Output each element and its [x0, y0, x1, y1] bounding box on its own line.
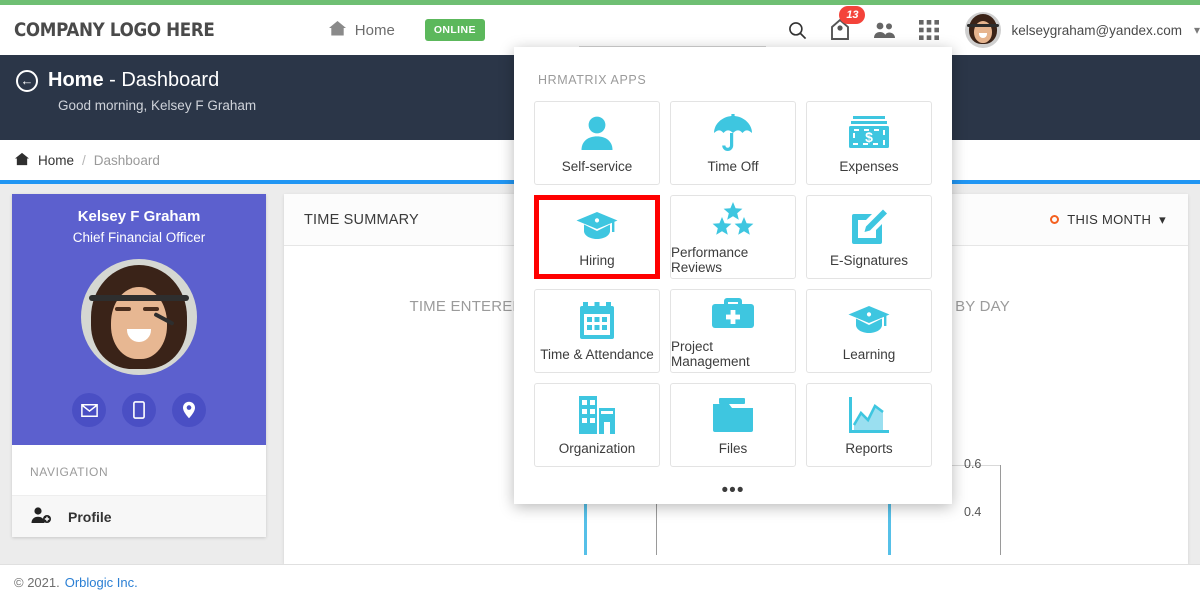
app-tile-time-attendance[interactable]: Time & Attendance — [534, 289, 660, 373]
search-input[interactable] — [578, 26, 767, 47]
stars-icon — [711, 199, 755, 239]
profile-card-header: Kelsey F Graham Chief Financial Officer — [12, 194, 266, 445]
profile-name: Kelsey F Graham — [77, 208, 201, 225]
profile-photo — [81, 259, 197, 375]
folder-icon — [711, 395, 755, 435]
nav-home-label: Home — [354, 21, 395, 39]
chevron-down-icon: ▾ — [1159, 211, 1166, 227]
breadcrumb-current: Dashboard — [93, 152, 160, 168]
chart-y-tick: 0.4 — [964, 505, 982, 519]
app-label: Project Management — [671, 339, 750, 369]
notifications-button[interactable]: 13 — [829, 6, 866, 43]
date-range-selector[interactable]: THIS MONTH ▾ — [1050, 212, 1166, 228]
briefcase-icon — [711, 293, 755, 333]
app-label: Performance Reviews — [671, 245, 749, 275]
profile-actions — [22, 393, 256, 427]
apps-panel-heading: HRMATRIX APPS — [538, 73, 647, 87]
app-tile-learning[interactable]: Learning — [806, 289, 932, 373]
page-title-sub: Dashboard — [121, 69, 220, 91]
page-footer: © 2021. Orblogic Inc. — [0, 564, 1200, 600]
app-tile-organization[interactable]: Organization — [534, 383, 660, 467]
sidebar-item-label: Profile — [68, 508, 112, 525]
app-tile-performance-reviews[interactable]: Performance Reviews — [670, 195, 796, 279]
user-add-icon — [30, 506, 52, 527]
svg-text:$: $ — [865, 129, 873, 145]
breadcrumb-separator: / — [82, 152, 86, 168]
app-label: Hiring — [579, 252, 615, 268]
calendar-icon — [578, 301, 616, 341]
app-label: Files — [718, 440, 748, 456]
home-icon — [14, 152, 30, 169]
sidebar-item-profile[interactable]: Profile — [12, 495, 266, 537]
home-icon — [328, 20, 347, 41]
building-icon — [577, 395, 617, 435]
app-tile-self-service[interactable]: Self-service — [534, 101, 660, 185]
app-label: Self-service — [561, 158, 633, 174]
money-bill-icon: $ — [848, 113, 890, 153]
chart-y-tick: 0.6 — [964, 457, 982, 471]
hrmatrix-apps-panel: HRMATRIX APPS Self-service Time Off $ Ex… — [514, 47, 952, 504]
app-tile-files[interactable]: Files — [670, 383, 796, 467]
avatar — [965, 12, 1002, 48]
pencil-square-icon — [850, 207, 888, 247]
people-button[interactable] — [873, 17, 897, 43]
area-chart-icon — [849, 395, 889, 435]
panel-title: TIME SUMMARY — [304, 211, 419, 228]
app-label: Expenses — [839, 158, 899, 174]
location-action-button[interactable] — [172, 393, 206, 427]
app-label: Reports — [845, 440, 893, 456]
graduation-cap-icon — [575, 207, 619, 247]
app-tile-reports[interactable]: Reports — [806, 383, 932, 467]
status-badge: ONLINE — [424, 19, 485, 41]
back-arrow-icon[interactable]: ← — [16, 69, 38, 92]
user-email-label: kelseygraham@yandex.com — [1011, 22, 1182, 38]
company-link[interactable]: Orblogic Inc. — [65, 575, 138, 590]
app-label: Organization — [558, 440, 636, 456]
search-button[interactable] — [788, 17, 807, 43]
breadcrumb-home-link[interactable]: Home — [38, 153, 74, 168]
app-label: Time & Attendance — [540, 346, 654, 362]
app-root: COMPANY LOGO HERE Home ONLINE 13 kelseyg… — [0, 0, 1200, 600]
umbrella-icon — [712, 113, 754, 153]
chevron-down-icon: ▾ — [1193, 23, 1200, 37]
apps-grid: Self-service Time Off $ Expenses Hiring … — [534, 101, 932, 467]
chart-y-axis — [1000, 465, 1001, 555]
graduation-cap-icon — [847, 301, 891, 341]
app-label: Learning — [842, 346, 896, 362]
app-label: Time Off — [707, 158, 759, 174]
mobile-action-button[interactable] — [122, 393, 156, 427]
date-range-label: THIS MONTH — [1067, 212, 1152, 227]
search-container — [578, 13, 767, 47]
app-tile-hiring[interactable]: Hiring — [534, 195, 660, 279]
app-tile-e-signatures[interactable]: E-Signatures — [806, 195, 932, 279]
app-tile-expenses[interactable]: $ Expenses — [806, 101, 932, 185]
profile-card: Kelsey F Graham Chief Financial Officer — [12, 194, 266, 537]
page-title: Home - Dashboard — [48, 69, 219, 92]
email-action-button[interactable] — [72, 393, 106, 427]
record-dot-icon — [1050, 215, 1060, 224]
user-menu[interactable]: kelseygraham@yandex.com ▾ — [965, 12, 1200, 48]
app-tile-time-off[interactable]: Time Off — [670, 101, 796, 185]
apps-launcher-button[interactable] — [919, 17, 940, 43]
company-logo[interactable]: COMPANY LOGO HERE — [14, 19, 215, 41]
person-icon — [580, 113, 614, 153]
page-title-main: Home — [48, 69, 104, 91]
navigation-heading: NAVIGATION — [30, 465, 109, 479]
copyright-text: © 2021. — [14, 575, 60, 590]
app-tile-project-management[interactable]: Project Management — [670, 289, 796, 373]
app-label: E-Signatures — [829, 252, 909, 268]
page-title-separator: - — [103, 69, 122, 91]
apps-more-button[interactable]: ••• — [534, 467, 932, 500]
main-content: Kelsey F Graham Chief Financial Officer — [0, 47, 1200, 564]
notification-badge: 13 — [839, 6, 866, 24]
profile-role: Chief Financial Officer — [72, 230, 206, 245]
nav-home-link[interactable]: Home — [328, 20, 395, 41]
